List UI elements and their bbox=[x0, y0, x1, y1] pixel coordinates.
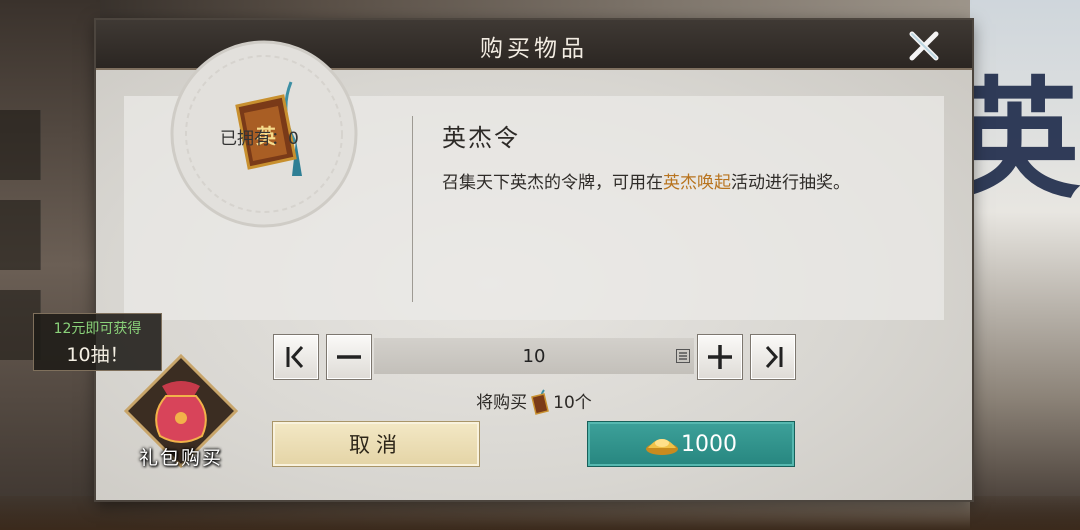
item-desc-text: 活动进行抽奖。 bbox=[731, 173, 850, 193]
owned-value: 0 bbox=[288, 129, 299, 149]
promo-offer-text: 12元即可获得 bbox=[53, 321, 142, 337]
background-right-panel: 英 bbox=[950, 0, 1080, 530]
quantity-value: 10 bbox=[522, 346, 546, 367]
gift-pack-label: 礼包购买 bbox=[138, 447, 223, 469]
owned-label: 已拥有： bbox=[220, 129, 288, 149]
info-divider bbox=[412, 116, 413, 302]
jump-to-min-button[interactable] bbox=[273, 334, 319, 380]
jump-to-max-button[interactable] bbox=[750, 334, 796, 380]
close-icon bbox=[909, 31, 939, 61]
item-desc-text: 召集天下英杰的令牌，可用在 bbox=[442, 173, 663, 193]
summary-suffix: 10个 bbox=[553, 393, 592, 413]
token-icon bbox=[531, 389, 550, 415]
background-tab bbox=[0, 200, 41, 270]
summary-prefix: 将购买 bbox=[476, 393, 528, 413]
cancel-button[interactable]: 取消 bbox=[272, 421, 480, 467]
plus-icon bbox=[708, 345, 732, 369]
background-bottom-strip bbox=[0, 496, 1080, 530]
close-button[interactable] bbox=[906, 28, 942, 64]
buy-button[interactable]: 1000 bbox=[587, 421, 795, 467]
background-left-panel bbox=[0, 0, 100, 530]
item-name: 英杰令 bbox=[442, 124, 520, 152]
jump-to-max-icon bbox=[765, 345, 783, 369]
gold-ingot-icon bbox=[646, 439, 678, 455]
buy-price: 1000 bbox=[681, 431, 737, 457]
decrease-button[interactable] bbox=[326, 334, 372, 380]
cancel-label: 取消 bbox=[349, 433, 403, 457]
keypad-icon[interactable] bbox=[676, 349, 690, 363]
jump-to-min-icon bbox=[286, 345, 304, 369]
quantity-field[interactable]: 10 bbox=[374, 338, 694, 374]
increase-button[interactable] bbox=[697, 334, 743, 380]
item-desc-highlight: 英杰唤起 bbox=[663, 173, 731, 193]
owned-count: 已拥有：0 bbox=[220, 124, 299, 149]
minus-icon bbox=[337, 355, 361, 359]
item-description: 召集天下英杰的令牌，可用在英杰唤起活动进行抽奖。 bbox=[442, 170, 882, 197]
background-tab bbox=[0, 110, 41, 180]
